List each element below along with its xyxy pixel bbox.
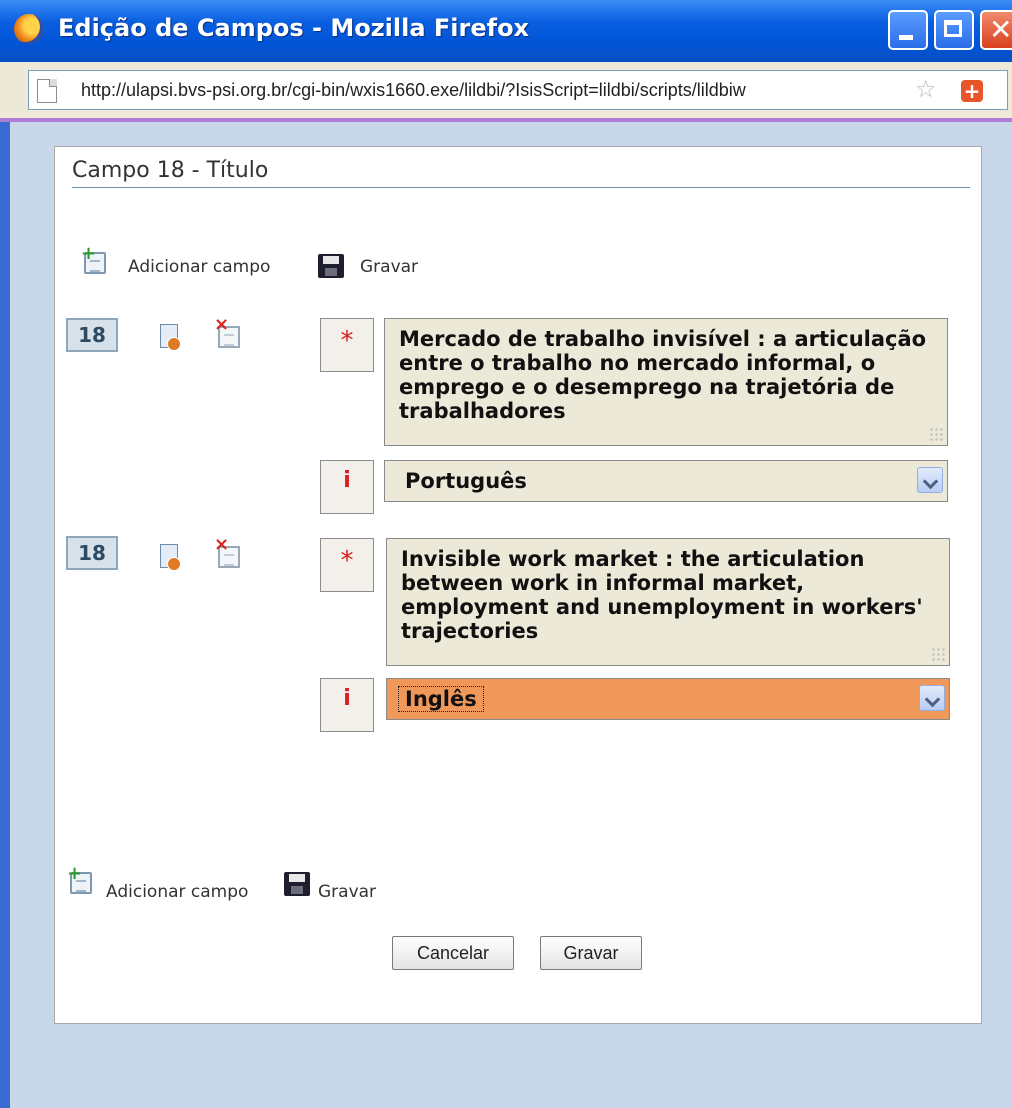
field-tag-1: 18 [66,318,118,352]
panel-title: Campo 18 - Título [72,158,269,183]
add-field-icon[interactable] [81,243,106,274]
delete-field-icon[interactable] [214,314,240,348]
title-textarea-2[interactable]: Invisible work market : the articulation… [386,538,950,666]
save-link-top[interactable]: Gravar [360,257,418,277]
window-left-border [0,122,10,1108]
resize-grip-icon[interactable] [929,427,943,441]
field-doc-icon[interactable] [160,544,181,571]
minimize-button[interactable] [888,10,928,50]
close-button[interactable]: ✕ [980,10,1012,50]
page-icon [37,79,57,103]
save-icon[interactable] [284,872,310,896]
save-button[interactable]: Gravar [540,936,642,970]
field-tag-2: 18 [66,536,118,570]
toolbar-divider [0,118,1012,122]
lang-marker-1: i [320,460,374,514]
window-title: Edição de Campos - Mozilla Firefox [58,14,530,42]
cancel-button[interactable]: Cancelar [392,936,514,970]
address-bar: http://ulapsi.bvs-psi.org.br/cgi-bin/wxi… [0,62,1012,118]
minimize-icon [899,35,913,40]
url-text[interactable]: http://ulapsi.bvs-psi.org.br/cgi-bin/wxi… [81,80,901,101]
dropdown-arrow-icon[interactable] [919,685,945,711]
required-marker-1: * [320,318,374,372]
close-icon: ✕ [989,13,1012,46]
title-text-1: Mercado de trabalho invisível : a articu… [399,327,927,423]
title-text-2: Invisible work market : the articulation… [401,547,923,643]
dropdown-arrow-icon[interactable] [917,467,943,493]
window-titlebar[interactable]: Edição de Campos - Mozilla Firefox ✕ [0,0,1012,63]
resize-grip-icon[interactable] [931,647,945,661]
maximize-button[interactable] [934,10,974,50]
delete-field-icon[interactable] [214,534,240,568]
lang-marker-2: i [320,678,374,732]
save-link-bottom[interactable]: Gravar [318,882,376,902]
add-field-link-top[interactable]: Adicionar campo [128,257,270,277]
field-doc-icon[interactable] [160,324,181,351]
bookmark-star-icon[interactable]: ☆ [915,75,937,103]
language-select-2[interactable]: Inglês [386,678,950,720]
add-field-icon[interactable] [67,863,92,894]
url-field[interactable]: http://ulapsi.bvs-psi.org.br/cgi-bin/wxi… [28,70,1008,110]
maximize-icon [944,20,962,37]
add-field-link-bottom[interactable]: Adicionar campo [106,882,248,902]
save-icon[interactable] [318,254,344,278]
required-marker-2: * [320,538,374,592]
firefox-logo-icon [14,14,44,44]
language-value-2: Inglês [398,686,484,712]
title-textarea-1[interactable]: Mercado de trabalho invisível : a articu… [384,318,948,446]
language-select-1[interactable]: Português [384,460,948,502]
title-divider [72,187,970,188]
addon-icon[interactable]: + [961,80,983,102]
language-value-1: Português [405,469,527,493]
